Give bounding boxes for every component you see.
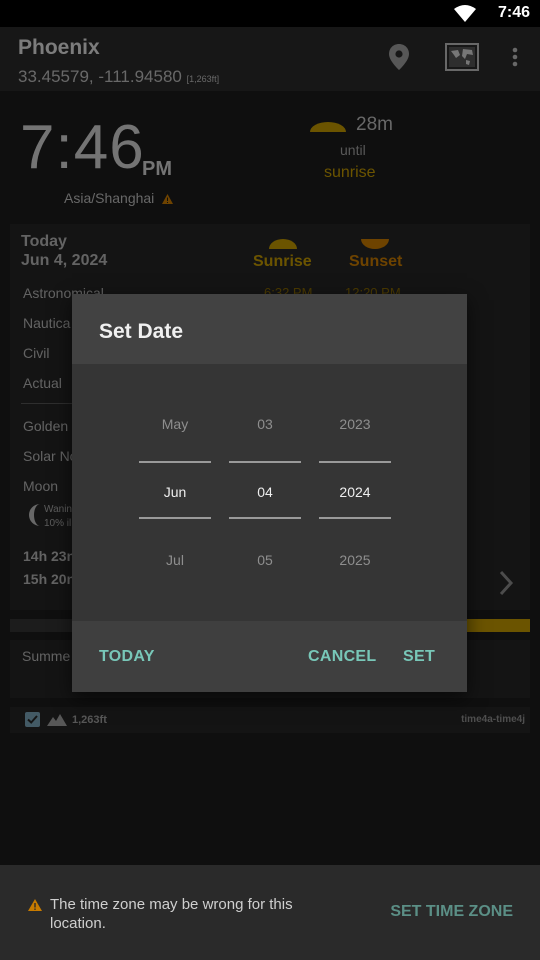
warning-icon	[28, 898, 42, 916]
set-button[interactable]: SET	[403, 648, 435, 666]
set-time-zone-button[interactable]: SET TIME ZONE	[390, 903, 513, 921]
day-next[interactable]: 05	[229, 552, 301, 568]
dialog-footer: TODAY CANCEL SET	[72, 621, 467, 692]
set-date-dialog: Set Date May Jun Jul 03 04 05 2023 2024 …	[72, 294, 467, 692]
today-button[interactable]: TODAY	[99, 648, 155, 666]
day-prev[interactable]: 03	[229, 416, 301, 432]
year-prev[interactable]: 2023	[319, 416, 391, 432]
year-divider-bottom	[319, 517, 391, 519]
status-bar: 7:46	[0, 0, 540, 27]
month-prev[interactable]: May	[139, 416, 211, 432]
month-picker[interactable]: May Jun Jul	[139, 364, 211, 621]
year-selected[interactable]: 2024	[319, 484, 391, 500]
month-next[interactable]: Jul	[139, 552, 211, 568]
dialog-title: Set Date	[99, 320, 184, 343]
day-picker[interactable]: 03 04 05	[229, 364, 301, 621]
month-selected[interactable]: Jun	[139, 484, 211, 500]
year-divider-top	[319, 461, 391, 463]
timezone-warning-message: The time zone may be wrong for this loca…	[50, 896, 293, 932]
cancel-button[interactable]: CANCEL	[308, 648, 376, 666]
day-divider-top	[229, 461, 301, 463]
status-time: 7:46	[497, 4, 530, 21]
dialog-header: Set Date	[72, 294, 467, 364]
year-picker[interactable]: 2023 2024 2025	[319, 364, 391, 621]
month-divider-bottom	[139, 517, 211, 519]
month-divider-top	[139, 461, 211, 463]
day-divider-bottom	[229, 517, 301, 519]
wifi-icon	[454, 5, 476, 28]
year-next[interactable]: 2025	[319, 552, 391, 568]
day-selected[interactable]: 04	[229, 484, 301, 500]
timezone-warning-bar: The time zone may be wrong for this loca…	[0, 865, 540, 960]
